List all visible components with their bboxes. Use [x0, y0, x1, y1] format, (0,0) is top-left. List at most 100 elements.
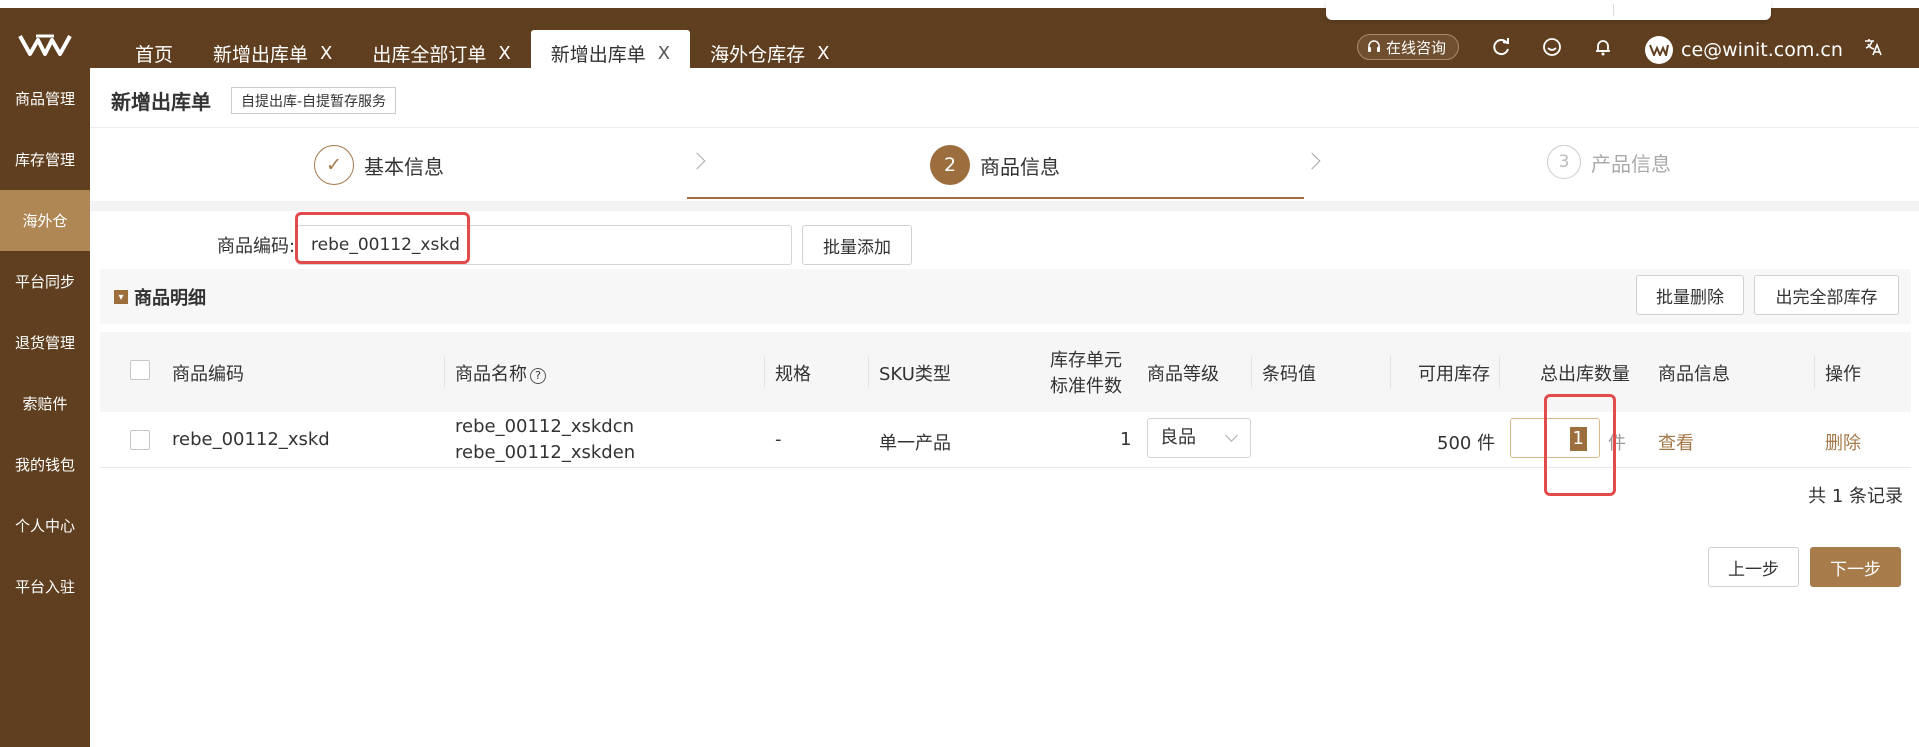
sidebar-item-wallet[interactable]: 我的钱包: [0, 434, 90, 495]
translate-icon[interactable]: [1862, 36, 1884, 58]
user-menu[interactable]: ce@winit.com.cn: [1645, 36, 1843, 64]
highlight-box-quantity: [1544, 394, 1616, 496]
cell-sku-type: 单一产品: [879, 433, 951, 454]
collapse-icon: ▾: [114, 290, 128, 304]
sidebar-item-onboarding[interactable]: 平台入驻: [0, 556, 90, 617]
smile-icon[interactable]: [1541, 36, 1563, 58]
close-icon[interactable]: X: [658, 43, 670, 64]
header-sku-type: SKU类型: [879, 364, 951, 385]
cell-name-en: rebe_00112_xskden: [455, 442, 636, 463]
tab-label: 新增出库单: [550, 43, 646, 66]
header-info: 商品信息: [1658, 364, 1730, 385]
header-action: 操作: [1825, 364, 1861, 385]
goods-detail-label: 商品明细: [134, 288, 206, 309]
tab-label: 海外仓库存: [710, 43, 806, 66]
sidebar-item-label: 个人中心: [14, 517, 75, 535]
header-name: 商品名称?: [455, 360, 546, 386]
table-row: rebe_00112_xskd rebe_00112_xskdcn rebe_0…: [100, 412, 1911, 468]
sidebar-item-profile[interactable]: 个人中心: [0, 495, 90, 556]
cell-unit-count: 1: [1120, 429, 1132, 450]
cell-spec: -: [775, 429, 782, 450]
close-icon[interactable]: X: [320, 43, 332, 64]
grade-value: 良品: [1160, 427, 1196, 448]
highlight-box-code: [295, 212, 470, 264]
sidebar-item-label: 海外仓: [22, 212, 68, 230]
bell-icon[interactable]: [1592, 36, 1614, 58]
sidebar-item-label: 索赔件: [22, 395, 68, 413]
table-header: 商品编码 商品名称? 规格 SKU类型 库存单元 标准件数 商品等级 条码值 可…: [100, 332, 1911, 412]
tab-label: 新增出库单: [213, 43, 309, 66]
header-barcode: 条码值: [1262, 364, 1316, 385]
goods-detail-bar: ▾ 商品明细 批量删除 出完全部库存: [100, 269, 1911, 324]
page-title: 新增出库单: [111, 90, 211, 114]
record-count: 共 1 条记录: [1808, 486, 1903, 507]
tab-label: 出库全部订单: [372, 43, 487, 66]
header-unit-line1: 库存单元: [1050, 350, 1122, 371]
delete-link[interactable]: 删除: [1825, 429, 1861, 455]
goods-detail-title[interactable]: ▾ 商品明细: [114, 284, 206, 310]
goods-table: 商品编码 商品名称? 规格 SKU类型 库存单元 标准件数 商品等级 条码值 可…: [100, 332, 1911, 468]
user-email: ce@winit.com.cn: [1681, 39, 1843, 61]
step-number: 3: [1547, 145, 1581, 179]
sidebar-item-returns[interactable]: 退货管理: [0, 312, 90, 373]
header-code: 商品编码: [172, 364, 244, 385]
step-label: 产品信息: [1591, 151, 1671, 176]
step-basic-info[interactable]: ✓ 基本信息: [314, 145, 444, 185]
row-checkbox[interactable]: [130, 430, 150, 450]
step-label: 商品信息: [980, 154, 1060, 179]
sidebar-item-label: 商品管理: [14, 90, 75, 108]
winit-logo[interactable]: [18, 32, 72, 58]
section-divider: [90, 201, 1919, 211]
cell-available: 500 件: [1437, 433, 1496, 454]
sidebar-item-label: 平台入驻: [14, 578, 75, 596]
close-icon[interactable]: X: [817, 43, 829, 64]
grade-select[interactable]: 良品: [1147, 418, 1251, 458]
chevron-right-icon: [1303, 152, 1321, 170]
step-goods-info[interactable]: 2 商品信息: [930, 145, 1060, 185]
header-spec: 规格: [775, 364, 811, 385]
header-name-label: 商品名称: [455, 364, 527, 385]
sidebar-item-goods[interactable]: 商品管理: [0, 68, 90, 129]
step-product-info[interactable]: 3 产品信息: [1547, 145, 1671, 179]
online-consult-button[interactable]: 在线咨询: [1357, 34, 1460, 60]
next-step-button[interactable]: 下一步: [1810, 547, 1901, 587]
prev-step-button[interactable]: 上一步: [1708, 547, 1799, 587]
sidebar-item-label: 我的钱包: [14, 456, 75, 474]
view-link[interactable]: 查看: [1658, 429, 1694, 455]
consult-label: 在线咨询: [1386, 38, 1447, 57]
progress-steps: ✓ 基本信息 2 商品信息 3 产品信息: [90, 129, 1919, 201]
headset-icon: [1368, 40, 1380, 52]
cell-code: rebe_00112_xskd: [172, 429, 330, 450]
out-all-stock-button[interactable]: 出完全部库存: [1754, 275, 1899, 315]
chevron-right-icon: [688, 152, 706, 170]
check-icon: ✓: [314, 145, 354, 185]
sidebar-item-claims[interactable]: 索赔件: [0, 373, 90, 434]
cell-name-cn: rebe_00112_xskdcn: [455, 416, 635, 437]
select-all-checkbox[interactable]: [130, 360, 150, 380]
sidebar-item-inventory[interactable]: 库存管理: [0, 129, 90, 190]
main-content: 新增出库单 自提出库-自提暂存服务 ✓ 基本信息 2 商品信息 3 产品信息 商…: [90, 68, 1919, 747]
sidebar-item-overseas[interactable]: 海外仓: [0, 190, 90, 251]
sidebar: 商品管理 库存管理 海外仓 平台同步 退货管理 索赔件 我的钱包 个人中心 平台…: [0, 68, 90, 747]
active-step-underline: [687, 197, 1304, 199]
sidebar-item-label: 退货管理: [14, 334, 75, 352]
service-type-tag: 自提出库-自提暂存服务: [231, 87, 397, 114]
step-label: 基本信息: [364, 154, 444, 179]
close-icon[interactable]: X: [498, 43, 510, 64]
step-number: 2: [930, 145, 970, 185]
sidebar-item-label: 平台同步: [14, 273, 75, 291]
header-grade: 商品等级: [1147, 364, 1219, 385]
batch-delete-button[interactable]: 批量删除: [1636, 275, 1744, 315]
header-total-out: 总出库数量: [1540, 364, 1630, 385]
header-available: 可用库存: [1418, 364, 1490, 385]
page-header: 新增出库单 自提出库-自提暂存服务: [90, 68, 1919, 128]
refresh-icon[interactable]: [1490, 36, 1512, 58]
help-icon[interactable]: ?: [530, 368, 546, 384]
chevron-down-icon: [1225, 429, 1238, 442]
goods-code-label: 商品编码:: [217, 236, 296, 257]
batch-add-button[interactable]: 批量添加: [802, 225, 912, 265]
sidebar-item-platform-sync[interactable]: 平台同步: [0, 251, 90, 312]
sidebar-item-label: 库存管理: [14, 151, 75, 169]
tab-label: 首页: [135, 43, 174, 66]
avatar: [1645, 36, 1673, 64]
